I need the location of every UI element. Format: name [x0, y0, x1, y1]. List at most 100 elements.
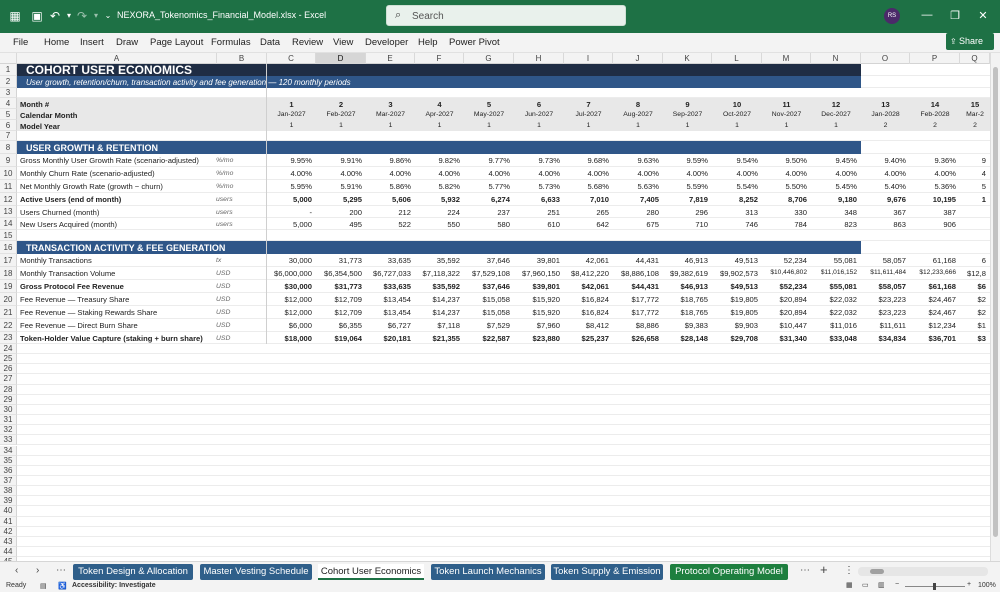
table-cell[interactable]: 39,801 [514, 256, 560, 265]
table-cell[interactable]: $6,355 [316, 321, 362, 330]
table-cell[interactable]: 265 [564, 208, 609, 217]
table-cell[interactable]: $7,960,150 [514, 269, 560, 278]
table-cell[interactable]: $3 [960, 334, 986, 343]
tab-token-supply-emission[interactable]: Token Supply & Emission [551, 564, 663, 580]
table-cell[interactable]: $26,658 [613, 334, 659, 343]
table-cell[interactable]: $10,447 [762, 321, 807, 330]
table-cell[interactable]: $23,880 [514, 334, 560, 343]
table-cell[interactable]: 746 [712, 220, 758, 229]
table-cell[interactable]: 35,592 [415, 256, 460, 265]
table-cell[interactable]: $42,061 [564, 282, 609, 291]
table-cell[interactable]: $8,412,220 [564, 269, 609, 278]
table-cell[interactable]: 823 [811, 220, 857, 229]
table-cell[interactable]: 5.73% [514, 182, 560, 191]
table-cell[interactable]: $13,454 [366, 308, 411, 317]
table-cell[interactable]: 4.00% [910, 169, 956, 178]
menu-developer[interactable]: Developer [365, 37, 408, 48]
table-cell[interactable]: $9,383 [663, 321, 708, 330]
tab-master-vesting-schedule[interactable]: Master Vesting Schedule [200, 564, 312, 580]
redo-icon[interactable]: ↷ [75, 9, 89, 23]
table-cell[interactable]: 5.63% [613, 182, 659, 191]
row-header[interactable]: 34 [0, 445, 17, 456]
table-cell[interactable]: $11,016,152 [811, 269, 857, 276]
table-cell[interactable]: $6 [960, 282, 986, 291]
table-cell[interactable]: $22,032 [811, 295, 857, 304]
zoom-slider-handle[interactable] [933, 583, 936, 590]
row-header[interactable]: 19 [0, 280, 17, 293]
table-cell[interactable]: $29,708 [712, 334, 758, 343]
row-header[interactable]: 13 [0, 206, 17, 218]
table-cell[interactable]: 5 [960, 182, 986, 191]
table-cell[interactable]: 6 [960, 256, 986, 265]
table-cell[interactable]: 9.77% [464, 156, 510, 165]
table-cell[interactable]: $20,894 [762, 308, 807, 317]
table-cell[interactable]: $19,064 [316, 334, 362, 343]
row-header[interactable]: 28 [0, 384, 17, 395]
normal-view-icon[interactable]: ▦ [846, 581, 853, 589]
column-header-h[interactable]: H [514, 53, 564, 64]
column-header-b[interactable]: B [217, 53, 267, 64]
table-cell[interactable]: 313 [712, 208, 758, 217]
table-cell[interactable]: $31,340 [762, 334, 807, 343]
table-cell[interactable]: 5.36% [910, 182, 956, 191]
row-header[interactable]: 1 [0, 64, 17, 76]
table-cell[interactable]: $33,048 [811, 334, 857, 343]
table-cell[interactable]: $37,646 [464, 282, 510, 291]
table-cell[interactable]: $7,118 [415, 321, 460, 330]
more-tabs-icon[interactable]: ⋯ [800, 565, 810, 576]
table-cell[interactable]: 9.68% [564, 156, 609, 165]
row-header[interactable]: 38 [0, 486, 17, 497]
table-cell[interactable]: 522 [366, 220, 411, 229]
table-cell[interactable]: $6,727,033 [366, 269, 411, 278]
table-cell[interactable]: 4.00% [366, 169, 411, 178]
horizontal-scrollbar-thumb[interactable] [870, 569, 884, 574]
row-header[interactable]: 5 [0, 109, 17, 120]
table-cell[interactable]: $10,446,802 [762, 269, 807, 276]
tab-cohort-user-economics[interactable]: Cohort User Economics [318, 564, 424, 580]
table-cell[interactable]: $33,635 [366, 282, 411, 291]
next-sheet-icon[interactable]: › [36, 565, 39, 576]
table-cell[interactable]: 6,633 [514, 195, 560, 204]
table-cell[interactable]: $34,834 [861, 334, 906, 343]
row-header[interactable]: 7 [0, 131, 17, 141]
table-cell[interactable]: $12,709 [316, 295, 362, 304]
autosave-icon[interactable]: ▣ [30, 9, 44, 23]
table-cell[interactable]: 46,913 [663, 256, 708, 265]
table-cell[interactable]: 9.40% [861, 156, 906, 165]
table-cell[interactable]: $16,824 [564, 295, 609, 304]
table-cell[interactable]: $9,382,619 [663, 269, 708, 278]
table-cell[interactable]: $8,412 [564, 321, 609, 330]
row-header[interactable]: 10 [0, 167, 17, 180]
table-cell[interactable]: $22,587 [464, 334, 510, 343]
table-cell[interactable]: 495 [316, 220, 362, 229]
zoom-level[interactable]: 100% [978, 582, 996, 589]
column-header-j[interactable]: J [613, 53, 663, 64]
column-header-n[interactable]: N [811, 53, 861, 64]
table-cell[interactable]: 5.68% [564, 182, 609, 191]
table-cell[interactable]: $7,529,108 [464, 269, 510, 278]
tab-token-design-allocation[interactable]: Token Design & Allocation [73, 564, 193, 580]
table-cell[interactable]: 280 [613, 208, 659, 217]
row-header[interactable]: 25 [0, 354, 17, 365]
menu-power-pivot[interactable]: Power Pivot [449, 37, 500, 48]
table-cell[interactable]: $21,355 [415, 334, 460, 343]
row-header[interactable]: 23 [0, 332, 17, 344]
table-cell[interactable]: 550 [415, 220, 460, 229]
table-cell[interactable]: 212 [366, 208, 411, 217]
table-cell[interactable]: $35,592 [415, 282, 460, 291]
table-cell[interactable]: 49,513 [712, 256, 758, 265]
table-cell[interactable]: $6,000,000 [267, 269, 312, 278]
worksheet-grid[interactable]: 1 2 3 4 5 6 7 8 9 10 11 12 13 14 15 16 17 18 19 20 21 22 23 24 2… [0, 64, 990, 561]
table-cell[interactable]: 58,057 [861, 256, 906, 265]
table-cell[interactable]: 5.91% [316, 182, 362, 191]
table-cell[interactable]: 52,234 [762, 256, 807, 265]
table-cell[interactable]: 5.59% [663, 182, 708, 191]
table-cell[interactable]: $18,000 [267, 334, 312, 343]
table-cell[interactable]: 5.54% [712, 182, 758, 191]
row-header[interactable]: 22 [0, 319, 17, 332]
table-cell[interactable]: $17,772 [613, 308, 659, 317]
table-cell[interactable]: 4.00% [861, 169, 906, 178]
sheet-options-icon[interactable]: ⋮ [844, 565, 854, 576]
column-header-m[interactable]: M [762, 53, 811, 64]
table-cell[interactable]: 8,706 [762, 195, 807, 204]
